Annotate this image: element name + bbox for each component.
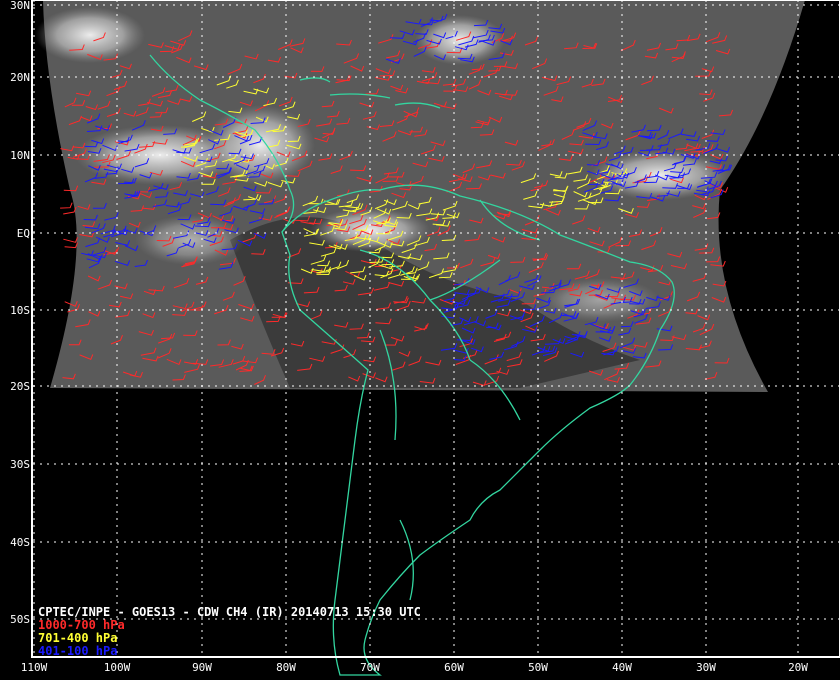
lat-label: 20S bbox=[10, 380, 30, 393]
lon-label: 100W bbox=[103, 661, 131, 674]
wind-barb bbox=[64, 242, 78, 249]
lat-label: 50S bbox=[10, 613, 30, 626]
lon-label: 50W bbox=[528, 661, 548, 674]
legend-high-level: 401-100 hPa bbox=[38, 644, 118, 658]
lon-label: 110W bbox=[20, 661, 48, 674]
map-title: CPTEC/INPE - GOES13 - CDW CH4 (IR) 20140… bbox=[38, 605, 421, 619]
satellite-wind-map bbox=[31, 0, 840, 676]
legend-mid-level: 701-400 hPa bbox=[38, 631, 118, 645]
lon-label: 80W bbox=[276, 661, 296, 674]
legend-low-level: 1000-700 hPa bbox=[38, 618, 125, 632]
lat-label: 30S bbox=[10, 458, 30, 471]
wind-barb bbox=[63, 237, 78, 243]
lon-label: 20W bbox=[788, 661, 808, 674]
lon-label: 60W bbox=[444, 661, 464, 674]
lat-label: 20N bbox=[10, 71, 30, 84]
lon-label: 70W bbox=[360, 661, 380, 674]
lat-label: 30N bbox=[10, 0, 30, 12]
lat-label: 40S bbox=[10, 536, 30, 549]
lon-label: 40W bbox=[612, 661, 632, 674]
lat-label: 10S bbox=[10, 304, 30, 317]
lon-label: 90W bbox=[192, 661, 212, 674]
lat-label: 10N bbox=[10, 149, 30, 162]
lon-label: 30W bbox=[696, 661, 716, 674]
lat-label: EQ bbox=[16, 227, 30, 240]
wind-barb bbox=[60, 202, 73, 209]
